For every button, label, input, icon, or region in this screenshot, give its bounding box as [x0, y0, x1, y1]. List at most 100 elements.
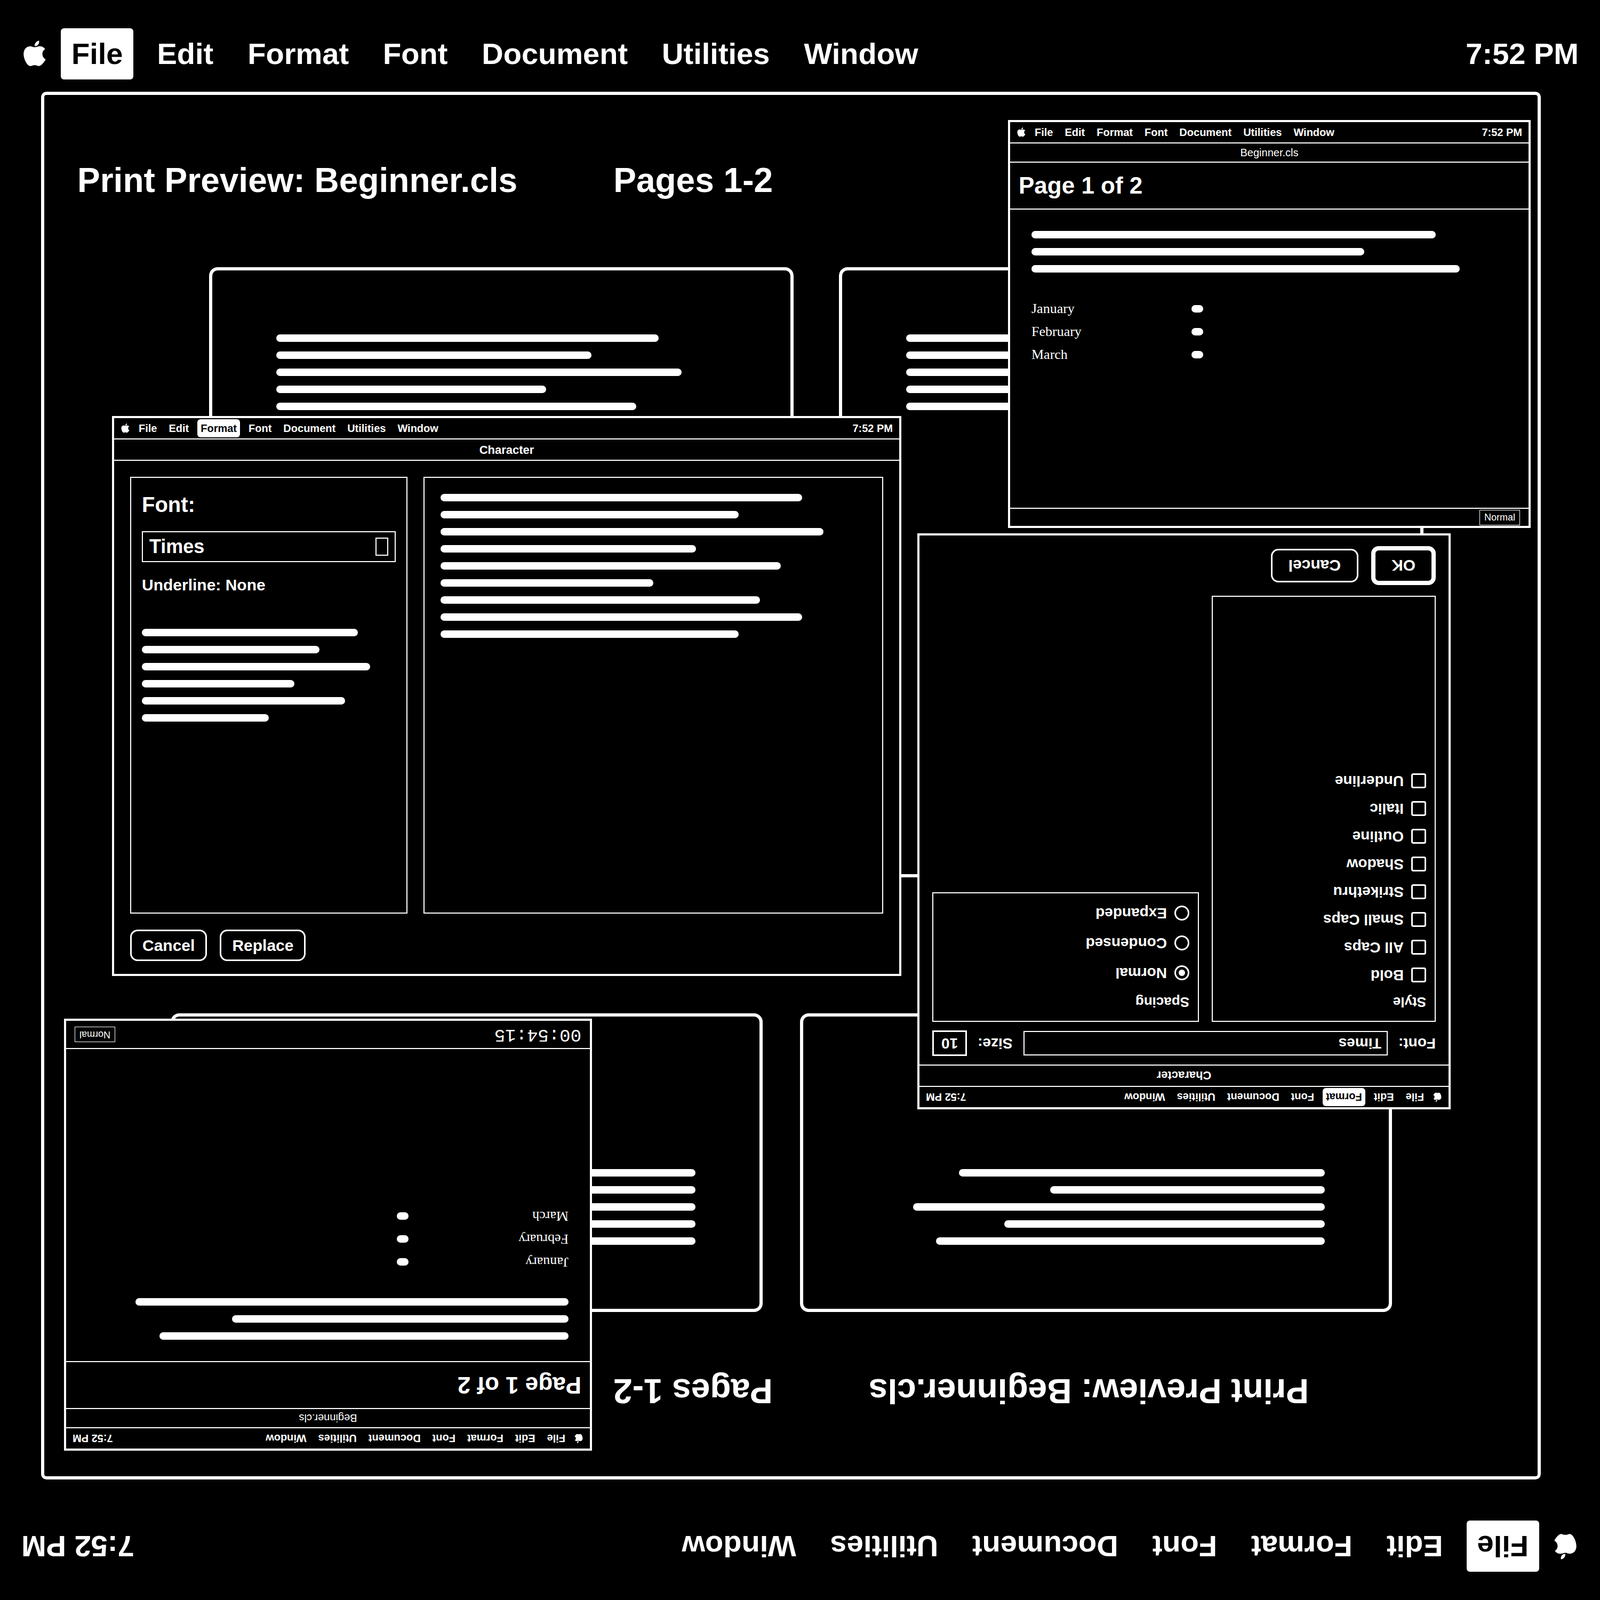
title-row: Print Preview: Beginner.clsPages 1-2 [613, 1365, 1520, 1417]
menu-item[interactable]: Window [394, 419, 442, 438]
menu-item[interactable]: Utilities [651, 28, 781, 80]
menu-item[interactable]: Format [1322, 1088, 1366, 1107]
underline-label: Underline: None [141, 572, 396, 597]
menu-item[interactable]: Document [365, 1429, 424, 1448]
text-line [440, 630, 739, 638]
text-line [440, 545, 696, 553]
apple-icon[interactable] [573, 1432, 584, 1445]
text-line [1031, 265, 1460, 273]
spacing-radio[interactable]: Condensed [941, 931, 1190, 955]
menu-item[interactable]: Edit [1061, 123, 1088, 142]
window-title: Print Preview: Beginner.cls [77, 154, 518, 206]
window-title: Beginner.cls [1240, 144, 1299, 161]
size-field[interactable]: 10 [932, 1030, 967, 1056]
menu-clock: 7:52 PM [72, 1430, 114, 1447]
style-checkbox[interactable]: All Caps [1221, 936, 1427, 959]
menu-item[interactable]: Window [671, 1521, 807, 1573]
value-dot [396, 1212, 409, 1221]
dialog-button[interactable]: Replace [219, 929, 306, 962]
apple-icon[interactable] [21, 38, 48, 70]
style-checkbox[interactable]: Outline [1221, 825, 1427, 848]
menu-item[interactable]: Document [280, 419, 339, 438]
font-popup[interactable]: Times [141, 531, 396, 563]
menu-item[interactable]: Window [1290, 123, 1338, 142]
text-line [141, 662, 371, 671]
menu-item[interactable]: Window [793, 28, 929, 80]
font-label: Font: [1398, 1032, 1436, 1055]
text-line [276, 334, 659, 342]
menu-bar: File Edit Format Font Document Utilities Windo… [114, 418, 900, 440]
dialog-button[interactable]: OK [1371, 546, 1436, 586]
size-label: Size: [977, 1032, 1013, 1055]
text-line [141, 714, 269, 722]
dialog-button[interactable]: Cancel [130, 929, 207, 962]
menu-item[interactable]: Window [262, 1429, 310, 1448]
style-checkbox[interactable]: Bold [1221, 963, 1427, 987]
text-line [141, 680, 295, 688]
menu-item[interactable]: File [544, 1429, 569, 1448]
menu-item[interactable]: Font [245, 419, 275, 438]
menu-item[interactable]: Font [1288, 1088, 1318, 1107]
menu-item[interactable]: Format [197, 419, 240, 438]
dialog-button[interactable]: Cancel [1270, 548, 1359, 583]
menu-item[interactable]: Format [1093, 123, 1136, 142]
menu-item[interactable]: Edit [512, 1429, 539, 1448]
timestamp: 00:54:15 [494, 1020, 582, 1048]
menu-item[interactable]: Format [236, 28, 360, 80]
value-dot [396, 1235, 409, 1244]
window-title: Print Preview: Beginner.cls [868, 1365, 1309, 1417]
menu-item[interactable]: Font [1141, 1521, 1228, 1573]
window-title: Beginner.cls [299, 1410, 358, 1427]
desktop: FileEditFormatFontDocumentUtilitiesWindo… [0, 0, 1600, 1600]
month-label: January [483, 1251, 569, 1273]
menu-item[interactable]: Document [1176, 123, 1235, 142]
menu-item[interactable]: File [1402, 1088, 1428, 1107]
text-line [141, 628, 358, 637]
style-checkbox[interactable]: Strikethru [1221, 880, 1427, 903]
apple-icon[interactable] [1016, 126, 1027, 139]
apple-icon[interactable] [120, 422, 131, 435]
menu-item[interactable]: Font [372, 28, 459, 80]
menu-item[interactable]: Font [1141, 123, 1171, 142]
menu-item[interactable]: File [1031, 123, 1056, 142]
text-line [159, 1332, 569, 1340]
menu-clock: 7:52 PM [852, 420, 893, 437]
style-checkbox[interactable]: Italic [1221, 797, 1427, 820]
menu-item[interactable]: Edit [146, 28, 224, 80]
menu-item[interactable]: File [135, 419, 160, 438]
styles-label: Style [1221, 991, 1427, 1013]
menu-item[interactable]: Utilities [1173, 1088, 1219, 1107]
menu-item[interactable]: Utilities [1240, 123, 1285, 142]
month-label: February [1031, 321, 1117, 342]
menu-item[interactable]: Format [1240, 1521, 1364, 1573]
menu-bar: FileEditFormatFontDocumentUtilitiesWindo… [0, 20, 1600, 87]
menu-item[interactable]: Utilities [315, 1429, 360, 1448]
apple-icon[interactable] [1432, 1091, 1443, 1103]
menu-item[interactable]: Format [464, 1429, 507, 1448]
spacing-radio[interactable]: Normal [941, 961, 1190, 984]
text-line [440, 613, 803, 621]
menu-item[interactable]: File [60, 28, 134, 80]
style-checkbox[interactable]: Shadow [1221, 852, 1427, 876]
menu-clock: 7:52 PM [925, 1089, 967, 1106]
menu-bar: File Edit Format Font Document Utilities Windo… [1010, 122, 1529, 144]
menu-item[interactable]: Document [1224, 1088, 1283, 1107]
menu-item[interactable]: Utilities [819, 1521, 949, 1573]
menu-item[interactable]: Utilities [344, 419, 389, 438]
menu-item[interactable]: File [1466, 1521, 1540, 1573]
menu-item[interactable]: Edit [1370, 1088, 1398, 1107]
menu-item[interactable]: Window [1121, 1088, 1168, 1107]
menu-item[interactable]: Edit [165, 419, 192, 438]
style-checkbox[interactable]: Underline [1221, 769, 1427, 792]
apple-icon[interactable] [1552, 1531, 1579, 1563]
month-label: February [483, 1228, 569, 1250]
menu-item[interactable]: Document [470, 28, 639, 80]
menu-bar: FileEditFormatFont Document Utilities Windo… [919, 1085, 1449, 1108]
spacing-radio[interactable]: Expanded [941, 901, 1190, 925]
menu-item[interactable]: Font [429, 1429, 459, 1448]
menu-item[interactable]: Document [961, 1521, 1130, 1573]
font-popup[interactable]: Times [1023, 1030, 1389, 1056]
style-checkbox[interactable]: Small Caps [1221, 908, 1427, 931]
menu-item[interactable]: Edit [1376, 1521, 1454, 1573]
page-range: Pages 1-2 [613, 154, 773, 206]
